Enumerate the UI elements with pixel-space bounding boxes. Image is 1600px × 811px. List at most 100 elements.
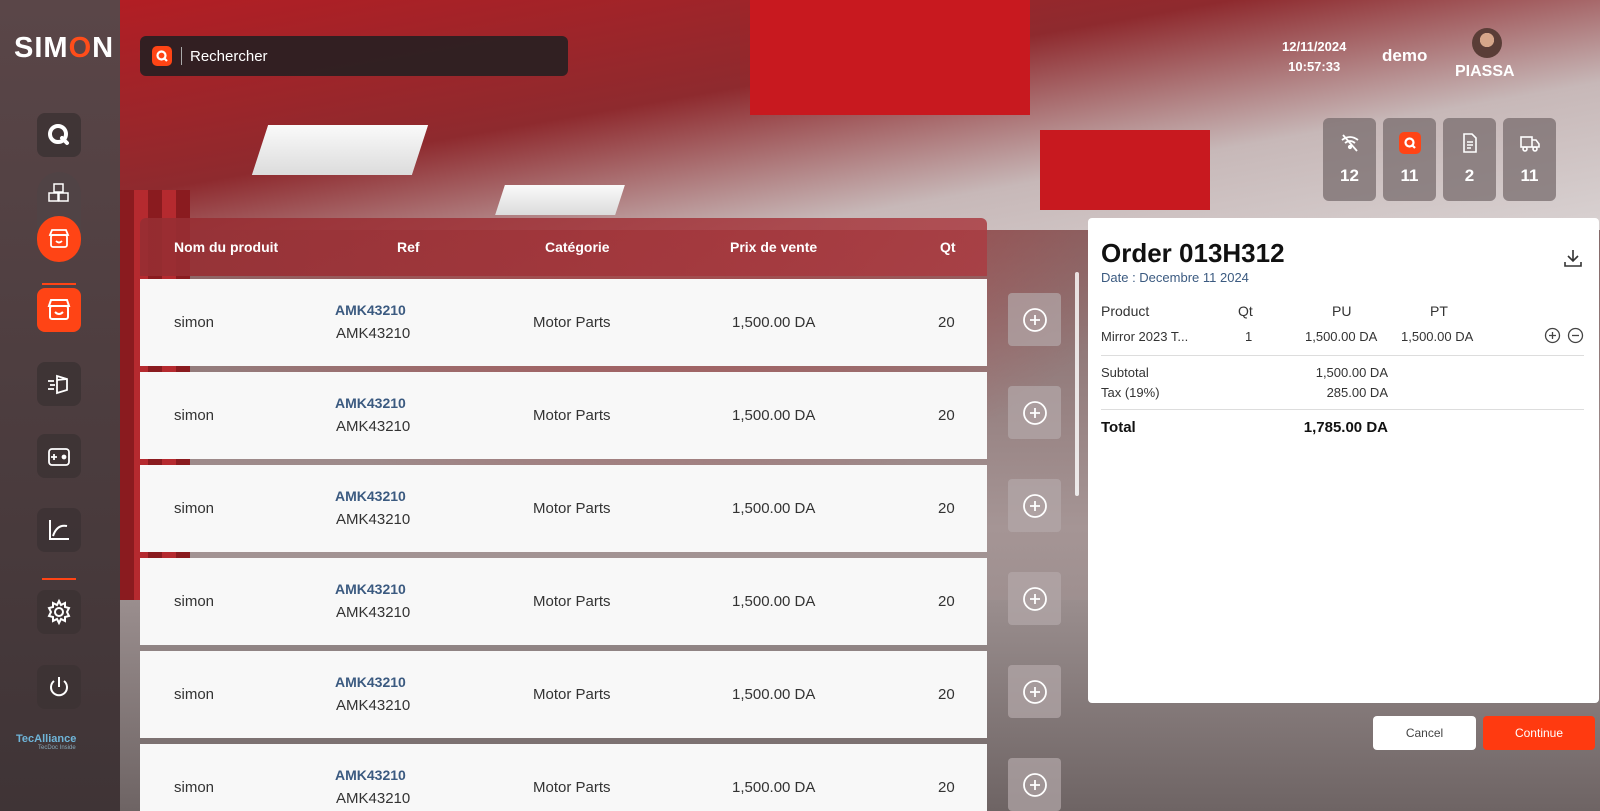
plus-circle-icon xyxy=(1022,400,1047,425)
table-row[interactable]: simon AMK43210 AMK43210 Motor Parts 1,500.00… xyxy=(140,372,987,459)
price-cell: 1,500.00 DA xyxy=(732,779,816,796)
products-table-header: Nom du produit Ref Catégorie Prix de ven… xyxy=(140,218,987,276)
settings-nav-button[interactable] xyxy=(37,590,81,634)
order-header-pt: PT xyxy=(1430,303,1448,319)
table-row[interactable]: simon AMK43210 AMK43210 Motor Parts 1,500.00… xyxy=(140,651,987,738)
product-name-cell: simon xyxy=(174,500,215,517)
header-price: Prix de vente xyxy=(730,239,818,255)
cancel-button[interactable]: Cancel xyxy=(1373,716,1476,750)
table-row[interactable]: simon AMK43210 AMK43210 Motor Parts 1,500.00… xyxy=(140,279,987,366)
search-nav-button[interactable] xyxy=(37,113,81,157)
tax-value: 285.00 DA xyxy=(1326,385,1388,400)
product-name-cell: simon xyxy=(174,314,215,331)
table-row[interactable]: simon AMK43210 AMK43210 Motor Parts 1,500.00… xyxy=(140,558,987,645)
order-divider xyxy=(1101,409,1584,410)
product-name-cell: simon xyxy=(174,779,215,796)
search-input[interactable] xyxy=(190,47,550,65)
store-name: PIASSA xyxy=(1455,63,1515,80)
store-avatar[interactable] xyxy=(1472,28,1502,58)
store-toggle-active[interactable] xyxy=(37,216,81,262)
search-badge-icon xyxy=(152,46,172,66)
product-name-cell: simon xyxy=(174,407,215,424)
order-item-qty: 1 xyxy=(1245,329,1253,344)
stat-offline[interactable]: 12 xyxy=(1323,118,1376,201)
add-to-order-button[interactable] xyxy=(1008,758,1061,811)
current-date: 12/11/2024 xyxy=(1282,39,1347,54)
category-cell: Motor Parts xyxy=(533,593,611,610)
ref-secondary-cell: AMK43210 xyxy=(336,697,411,714)
ref-primary-cell: AMK43210 xyxy=(335,767,406,783)
simon-logo: SIMON xyxy=(14,32,115,64)
category-cell: Motor Parts xyxy=(533,314,611,331)
qty-cell: 20 xyxy=(938,314,955,331)
table-row[interactable]: simon AMK43210 AMK43210 Motor Parts 1,500.00… xyxy=(140,744,987,811)
statistics-nav-button[interactable] xyxy=(37,508,81,552)
price-cell: 1,500.00 DA xyxy=(732,686,816,703)
plus-circle-icon xyxy=(1022,679,1047,704)
order-item-pt: 1,500.00 DA xyxy=(1401,329,1474,344)
search-badge-icon xyxy=(1398,132,1421,154)
header-product-name: Nom du produit xyxy=(174,239,279,255)
qty-cell: 20 xyxy=(938,593,955,610)
subtotal-label: Subtotal xyxy=(1101,365,1149,380)
subtotal-value: 1,500.00 DA xyxy=(1315,365,1388,380)
wifi-off-icon xyxy=(1339,132,1361,154)
truck-icon xyxy=(1519,132,1541,154)
ref-primary-cell: AMK43210 xyxy=(335,581,406,597)
logout-button[interactable] xyxy=(37,665,81,709)
decrease-qty-icon[interactable] xyxy=(1567,327,1584,344)
order-header-product: Product xyxy=(1101,303,1150,319)
document-icon xyxy=(1459,132,1481,154)
search-separator xyxy=(181,47,182,65)
datetime: 12/11/2024 10:57:33 xyxy=(1282,37,1346,77)
wallet-add-icon xyxy=(48,448,70,466)
table-scrollbar[interactable] xyxy=(1075,272,1079,496)
stat-value: 12 xyxy=(1340,166,1359,185)
order-item-pu: 1,500.00 DA xyxy=(1305,329,1378,344)
add-to-order-button[interactable] xyxy=(1008,665,1061,718)
order-item-product: Mirror 2023 T... xyxy=(1101,329,1189,344)
stat-value: 11 xyxy=(1400,166,1419,185)
gear-icon xyxy=(47,598,71,626)
table-row[interactable]: simon AMK43210 AMK43210 Motor Parts 1,500.00… xyxy=(140,465,987,552)
username: demo xyxy=(1382,46,1428,65)
search-bar[interactable] xyxy=(140,36,568,76)
stat-documents[interactable]: 2 xyxy=(1443,118,1496,201)
chart-line-icon xyxy=(49,520,69,540)
stat-value: 11 xyxy=(1520,166,1539,185)
storefront-nav-button[interactable] xyxy=(37,288,81,332)
order-panel: Order 013H312 Date : Decembre 11 2024 Pr… xyxy=(1088,218,1599,703)
current-time: 10:57:33 xyxy=(1288,59,1341,74)
ref-primary-cell: AMK43210 xyxy=(335,488,406,504)
ref-primary-cell: AMK43210 xyxy=(335,674,406,690)
order-divider xyxy=(1101,355,1584,356)
order-date: Date : Decembre 11 2024 xyxy=(1101,270,1249,285)
qty-cell: 20 xyxy=(938,407,955,424)
qty-cell: 20 xyxy=(938,500,955,517)
continue-button[interactable]: Continue xyxy=(1483,716,1595,750)
plus-circle-icon xyxy=(1022,307,1047,332)
delivery-box-nav-button[interactable] xyxy=(37,362,81,406)
price-cell: 1,500.00 DA xyxy=(732,593,816,610)
add-to-order-button[interactable] xyxy=(1008,479,1061,532)
catalog-toggle[interactable] xyxy=(37,172,81,262)
tecalliance-logo: TecAlliance TecDoc Inside xyxy=(16,733,77,751)
ref-secondary-cell: AMK43210 xyxy=(336,325,411,342)
add-to-order-button[interactable] xyxy=(1008,293,1061,346)
category-cell: Motor Parts xyxy=(533,407,611,424)
stat-deliveries[interactable]: 11 xyxy=(1503,118,1556,201)
plus-circle-icon xyxy=(1022,586,1047,611)
header-category: Catégorie xyxy=(545,239,610,255)
store-icon xyxy=(48,229,70,248)
add-to-order-button[interactable] xyxy=(1008,572,1061,625)
product-name-cell: simon xyxy=(174,686,215,703)
stat-value: 2 xyxy=(1464,166,1475,185)
wallet-nav-button[interactable] xyxy=(37,434,81,478)
download-icon[interactable] xyxy=(1563,248,1583,268)
increase-qty-icon[interactable] xyxy=(1544,327,1561,344)
add-to-order-button[interactable] xyxy=(1008,386,1061,439)
ref-secondary-cell: AMK43210 xyxy=(336,604,411,621)
category-cell: Motor Parts xyxy=(533,779,611,796)
stat-searches[interactable]: 11 xyxy=(1383,118,1436,201)
search-icon xyxy=(48,124,69,145)
